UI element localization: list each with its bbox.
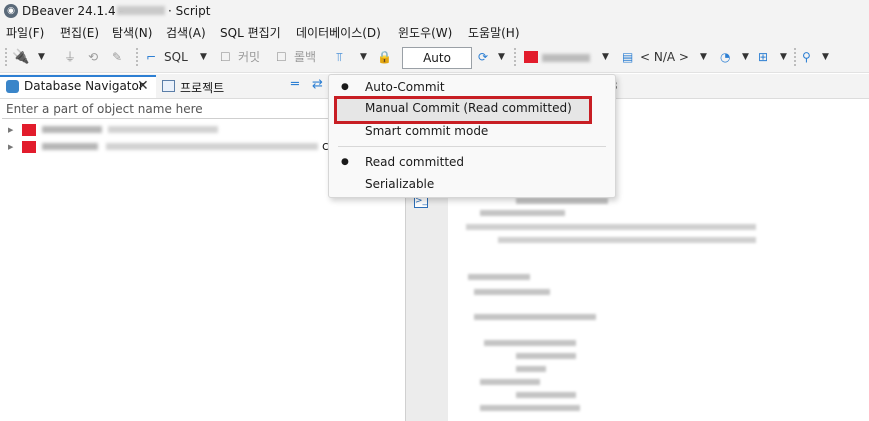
redacted-code-line xyxy=(516,366,546,372)
transaction-mode-icon[interactable]: ⫪ xyxy=(336,47,343,67)
tools-icon[interactable]: ⊞ xyxy=(758,47,768,67)
chevron-down-icon[interactable]: ▼ xyxy=(38,47,45,67)
toolbar-grip xyxy=(514,48,516,66)
reconnect-icon: ⟲ xyxy=(88,50,99,64)
chevron-down-icon[interactable]: ▼ xyxy=(780,47,787,67)
menu-database[interactable]: 데이터베이스(D) xyxy=(296,24,381,41)
disconnect-icon: ⏚ xyxy=(64,50,77,64)
redacted-connection-name xyxy=(42,126,102,133)
close-icon[interactable]: ✕ xyxy=(137,78,149,94)
rollback-button: 롤백 xyxy=(294,50,317,64)
window-title-suffix: · Script xyxy=(168,4,211,18)
highlight-annotation-box xyxy=(334,96,592,124)
redacted-connection-name xyxy=(42,143,98,150)
redacted-code-line xyxy=(466,224,756,230)
connection-icon[interactable] xyxy=(524,51,538,63)
redacted-connection-name[interactable] xyxy=(542,54,590,62)
tab-database-navigator-label[interactable]: Database Navigator xyxy=(24,79,144,93)
connection-icon xyxy=(22,141,36,153)
project-icon xyxy=(162,80,175,92)
menu-file[interactable]: 파일(F) xyxy=(6,24,44,41)
menu-search[interactable]: 검색(A) xyxy=(166,24,206,41)
tree-item-connection[interactable]: ▶ xyxy=(8,122,228,138)
menu-navigate[interactable]: 탐색(N) xyxy=(112,24,152,41)
lock-icon: 🔒 xyxy=(377,50,392,64)
redacted-code-line xyxy=(480,405,580,411)
editor-gutter xyxy=(406,190,448,421)
chevron-down-icon[interactable]: ▼ xyxy=(602,47,609,67)
redacted-code-line xyxy=(474,314,596,320)
connection-icon xyxy=(22,124,36,136)
chevron-down-icon[interactable]: ▼ xyxy=(742,47,749,67)
commit-button: 커밋 xyxy=(238,50,261,64)
redacted-code-line xyxy=(516,353,576,359)
schema-selector[interactable]: < N/A > xyxy=(640,47,689,67)
toolbar-grip xyxy=(794,48,796,66)
search-icon[interactable]: ⚲ xyxy=(802,47,811,67)
redacted-code-line xyxy=(474,289,550,295)
new-connection-icon[interactable]: 🔌 xyxy=(12,47,29,67)
sql-editor-icon[interactable]: ⌐ xyxy=(146,47,156,67)
tree-item-connection[interactable]: ▶ c xyxy=(8,139,338,155)
chevron-down-icon[interactable]: ▼ xyxy=(360,47,367,67)
redacted-connection-detail xyxy=(108,126,218,133)
schema-icon[interactable]: ▤ xyxy=(622,47,633,67)
toolbar-grip xyxy=(5,48,7,66)
link-editor-icon[interactable]: ⇄ xyxy=(312,77,323,92)
redacted-code-line xyxy=(498,237,756,243)
redacted-project-name xyxy=(117,6,165,15)
window-title: DBeaver 24.1.4 - xyxy=(22,4,124,18)
redacted-code-line xyxy=(480,379,540,385)
redacted-code-line xyxy=(516,392,576,398)
selected-bullet-icon: ● xyxy=(341,82,349,92)
menu-item-serializable[interactable]: Serializable xyxy=(365,177,434,191)
selected-bullet-icon: ● xyxy=(341,157,349,167)
menu-sql-editor[interactable]: SQL 편집기 xyxy=(220,24,281,41)
dashboard-icon[interactable]: ◔ xyxy=(720,47,730,67)
menu-edit[interactable]: 편집(E) xyxy=(60,24,99,41)
rollback-icon: ☐ xyxy=(276,50,287,64)
commit-icon: ☐ xyxy=(220,50,231,64)
transaction-mode-field[interactable]: Auto xyxy=(402,47,472,69)
dbeaver-beaver-icon: ◉ xyxy=(4,4,18,18)
chevron-down-icon[interactable]: ▼ xyxy=(200,47,207,67)
redacted-code-line xyxy=(468,274,530,280)
minimize-icon[interactable]: ═ xyxy=(291,77,299,92)
sql-button[interactable]: SQL xyxy=(164,47,188,67)
toolbar-grip xyxy=(136,48,138,66)
database-icon xyxy=(6,80,19,93)
redacted-connection-detail xyxy=(106,143,318,150)
chevron-down-icon[interactable]: ▼ xyxy=(822,47,829,67)
tab-projects[interactable]: 프로젝트 xyxy=(180,79,224,96)
history-icon[interactable]: ⟳ xyxy=(478,47,488,67)
menu-item-auto-commit[interactable]: Auto-Commit xyxy=(365,80,445,94)
expand-arrow-icon[interactable]: ▶ xyxy=(8,126,13,134)
redacted-code-line xyxy=(480,210,565,216)
menu-window[interactable]: 윈도우(W) xyxy=(398,24,452,41)
chevron-down-icon[interactable]: ▼ xyxy=(700,47,707,67)
expand-arrow-icon[interactable]: ▶ xyxy=(8,143,13,151)
menu-item-read-committed[interactable]: Read committed xyxy=(365,155,464,169)
menu-item-smart-commit[interactable]: Smart commit mode xyxy=(365,124,488,138)
chevron-down-icon[interactable]: ▼ xyxy=(498,47,505,67)
menu-separator xyxy=(338,146,606,147)
redacted-code-line xyxy=(516,198,608,204)
invalidate-icon: ✎ xyxy=(112,50,123,64)
redacted-code-line xyxy=(484,340,576,346)
menu-help[interactable]: 도움말(H) xyxy=(468,24,520,41)
